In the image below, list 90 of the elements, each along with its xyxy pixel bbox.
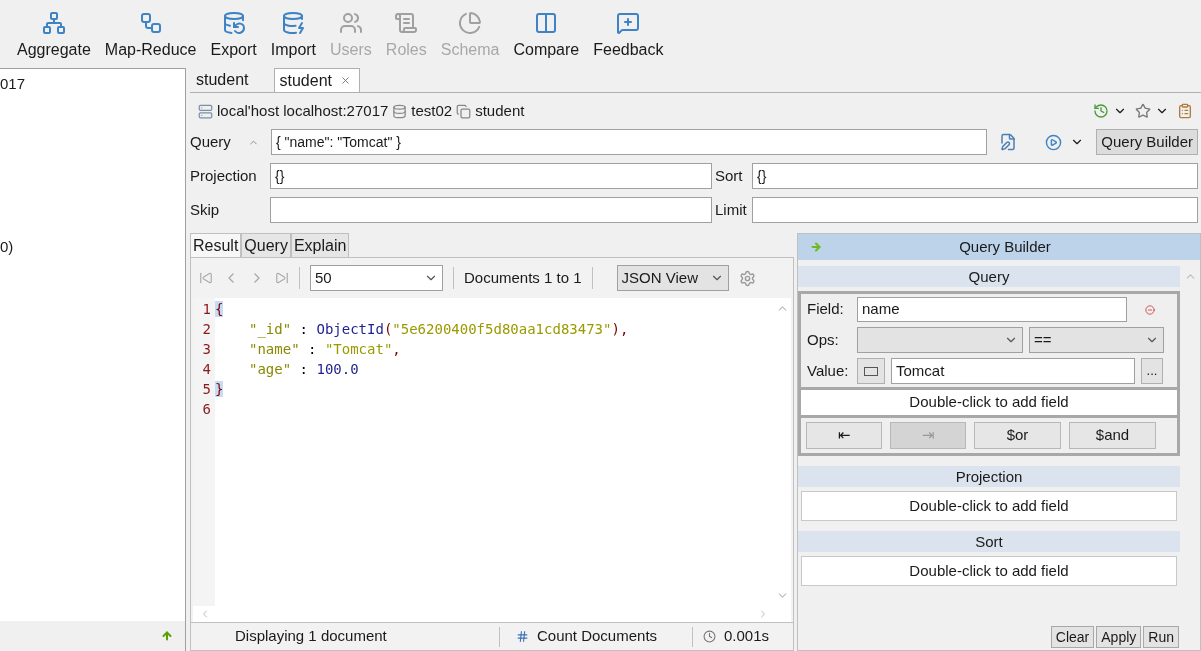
code-line: "_id" : ObjectId("5e6200400f5d80aa1cd83473"), (249, 320, 629, 339)
edit-document-icon[interactable] (999, 133, 1018, 151)
logic-button[interactable]: $or (974, 422, 1061, 449)
code-line: "name" : "Tomcat", (249, 340, 401, 359)
field-label: Query (190, 131, 232, 152)
code-line: "age" : 100.0 (249, 360, 359, 379)
database-icon (392, 103, 408, 119)
field-label: Limit (715, 199, 748, 220)
document-tab[interactable]: student (274, 68, 360, 92)
database-label[interactable]: test02 (411, 99, 453, 123)
last-page-icon[interactable] (275, 271, 289, 285)
toolbar-button[interactable]: Feedback (593, 11, 664, 62)
section-header[interactable]: Projection (798, 466, 1180, 487)
line-number: 3 (202, 340, 211, 359)
query-field[interactable]: { "name": "Tomcat" } (271, 129, 988, 155)
line-number: 2 (202, 320, 211, 339)
result-tab[interactable]: Explain (290, 233, 350, 257)
query-builder-button[interactable]: Query Builder (1096, 129, 1198, 155)
line-number: 6 (202, 400, 211, 419)
toolbar-button[interactable]: Aggregate (17, 11, 91, 62)
document-tab[interactable]: student (192, 68, 275, 92)
tree-item[interactable]: 0) (0, 235, 185, 258)
logic-button[interactable]: $and (1069, 422, 1156, 449)
page-size-select[interactable]: 50 (310, 265, 443, 291)
toolbar-button[interactable]: Export (210, 11, 257, 62)
field-label: Sort (715, 165, 744, 186)
field-label: Skip (190, 199, 221, 220)
collection-label[interactable]: student (475, 99, 525, 123)
logic-button[interactable]: ⇤ (806, 422, 882, 449)
section-header[interactable]: Query (798, 266, 1180, 287)
toolbar-button[interactable]: Compare (513, 11, 580, 62)
line-number: 4 (202, 360, 211, 379)
close-icon[interactable] (339, 75, 351, 86)
projection-field[interactable]: {} (270, 163, 712, 189)
action-button[interactable]: Clear (1050, 626, 1095, 648)
status-message: Displaying 1 document (234, 626, 388, 647)
run-icon[interactable] (1045, 133, 1063, 151)
documents-range: Documents 1 to 1 (464, 267, 582, 288)
elapsed-time: 0.001s (724, 626, 770, 647)
ops-label: Ops: (807, 329, 840, 350)
hierarchy-icon (41, 11, 66, 35)
value-type-button[interactable] (857, 358, 885, 384)
line-number: 1 (202, 300, 211, 319)
view-select[interactable]: JSON View (616, 265, 729, 291)
count-documents-link[interactable]: Count Documents (537, 625, 658, 648)
limit-field[interactable] (752, 197, 1198, 223)
up-arrow-icon[interactable] (161, 630, 173, 642)
add-field-area[interactable]: Double-click to add field (801, 387, 1177, 418)
database-export-icon (221, 11, 246, 35)
columns-icon (534, 11, 559, 35)
remove-icon[interactable] (1145, 304, 1155, 315)
host-label[interactable]: local'host localhost:27017 (217, 99, 389, 123)
value-input[interactable]: Tomcat (891, 358, 1135, 384)
add-field-area[interactable]: Double-click to add field (801, 491, 1177, 521)
clipboard-icon[interactable] (1177, 103, 1193, 119)
star-icon[interactable] (1135, 103, 1151, 119)
operator-select[interactable]: == (1029, 327, 1164, 353)
scroll-icon (394, 11, 419, 35)
database-import-icon (281, 11, 306, 35)
json-editor[interactable]: 1 2 3 4 5 6 { "_id" : ObjectId("5e6200400f5d80aa1cd83473"), "name" : "Tomcat", "age" : 100.0 } (193, 298, 791, 606)
flow-icon (138, 11, 163, 35)
collection-icon (456, 103, 472, 119)
count-icon (516, 630, 529, 643)
server-icon (198, 103, 213, 119)
modifier-select[interactable] (857, 327, 1023, 353)
clock-icon (703, 630, 716, 643)
query-builder-header: Query Builder (798, 234, 1200, 260)
field-label: Field: (807, 299, 845, 320)
toolbar-button[interactable]: Import (270, 11, 317, 62)
settings-icon[interactable] (738, 269, 756, 287)
sort-field[interactable]: {} (752, 163, 1198, 189)
result-tab[interactable]: Result (190, 233, 242, 257)
section-header[interactable]: Sort (798, 531, 1180, 552)
users-icon (338, 11, 363, 35)
action-button[interactable]: Run (1143, 626, 1179, 648)
arrow-icon[interactable] (810, 241, 822, 253)
result-tab[interactable]: Query (241, 233, 291, 257)
field-label: Projection (190, 165, 258, 186)
speech-bubble-icon (616, 11, 641, 35)
line-number: 5 (202, 380, 211, 399)
action-button[interactable]: Apply (1096, 626, 1142, 648)
skip-field[interactable] (270, 197, 712, 223)
add-field-area[interactable]: Double-click to add field (801, 556, 1177, 586)
field-name-input[interactable]: name (857, 297, 1127, 322)
value-label: Value: (807, 360, 850, 381)
more-button[interactable]: ... (1141, 358, 1163, 384)
tree-item[interactable]: 017 (0, 73, 185, 96)
toolbar-button[interactable]: Map-Reduce (104, 11, 197, 62)
pie-chart-icon (458, 11, 483, 35)
first-page-icon[interactable] (199, 271, 213, 285)
